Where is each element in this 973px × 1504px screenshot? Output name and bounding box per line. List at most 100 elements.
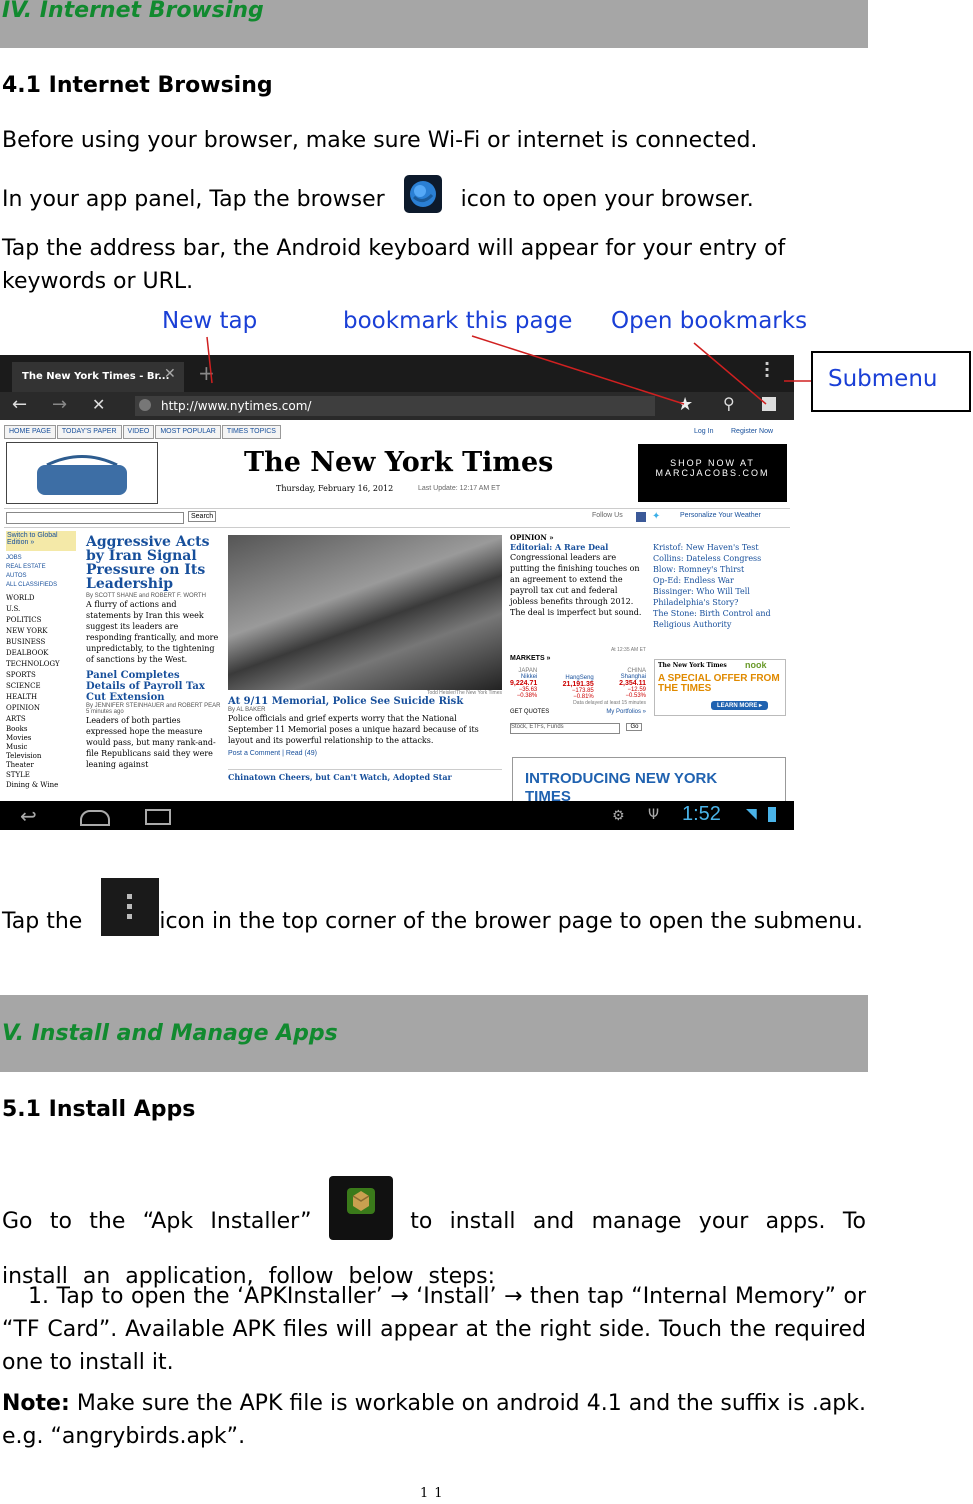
quotes-input[interactable]: Stock, ETFs, Funds bbox=[510, 723, 620, 734]
nav-tab[interactable]: MOST POPULAR bbox=[155, 425, 221, 439]
nav-link[interactable]: HEALTH bbox=[6, 692, 76, 703]
story-headline[interactable]: Aggressive Acts by Iran Signal Pressure … bbox=[86, 535, 222, 591]
nav-tab[interactable]: VIDEO bbox=[122, 425, 155, 439]
marc-jacobs-ad[interactable]: SHOP NOW AT MARCJACOBS.COM bbox=[638, 444, 787, 502]
nav-tab[interactable]: TODAY'S PAPER bbox=[56, 425, 122, 439]
stop-icon[interactable]: ✕ bbox=[92, 395, 105, 414]
nav-tab[interactable]: TIMES TOPICS bbox=[221, 425, 281, 439]
nav-link[interactable]: Television bbox=[6, 752, 76, 761]
portfolios-link[interactable]: My Portfolios » bbox=[606, 709, 646, 715]
story-summary: A flurry of actions and statements by Ir… bbox=[86, 600, 219, 664]
browser-tab-bar: The New York Times - Br... ✕ + · · · bbox=[0, 355, 794, 392]
go-button[interactable]: Go bbox=[626, 723, 643, 731]
twitter-icon[interactable]: ✦ bbox=[652, 511, 660, 522]
address-bar: ← → ✕ http://www.nytimes.com/ ★ ⚲ bbox=[0, 392, 794, 420]
opinion-link[interactable]: Bissinger: Who Will Tell Philadelphia's … bbox=[653, 586, 788, 608]
market-shanghai[interactable]: CHINA Shanghai 2,354.11 −12.59 −0.53% bbox=[619, 668, 646, 700]
last-update: Last Update: 12:17 AM ET bbox=[418, 485, 501, 492]
markets-label[interactable]: MARKETS » bbox=[510, 655, 550, 662]
back-nav-icon[interactable]: ↩ bbox=[20, 804, 37, 828]
opinion-link[interactable]: Op-Ed: Endless War bbox=[653, 575, 788, 586]
package-icon bbox=[346, 1188, 375, 1214]
market-pct: −0.53% bbox=[625, 693, 646, 699]
intro-promo[interactable]: INTRODUCING NEW YORK TIMES bbox=[512, 757, 786, 805]
bookmark-star-icon[interactable]: ★ bbox=[677, 394, 693, 415]
date: Thursday, February 16, 2012 bbox=[276, 484, 394, 493]
nav-link[interactable]: Movies bbox=[6, 734, 76, 743]
follow-us: Follow Us bbox=[592, 512, 623, 519]
recent-apps-icon[interactable] bbox=[145, 809, 171, 825]
home-nav-icon[interactable] bbox=[80, 810, 110, 826]
nav-link[interactable]: DEALBOOK bbox=[6, 648, 76, 659]
market-value: 9,224.71 bbox=[510, 680, 538, 687]
learn-more-button[interactable]: LEARN MORE ▸ bbox=[711, 701, 769, 710]
handbag-ad[interactable] bbox=[6, 442, 158, 504]
nav-link[interactable]: ARTS bbox=[6, 714, 76, 725]
callout-submenu: Submenu bbox=[828, 366, 938, 392]
back-icon[interactable]: ← bbox=[12, 394, 27, 415]
new-tab-icon[interactable]: + bbox=[198, 361, 215, 385]
nav-link[interactable]: SPORTS bbox=[6, 670, 76, 681]
story-headline[interactable]: Panel Completes Details of Payroll Tax C… bbox=[86, 670, 222, 703]
facebook-icon[interactable] bbox=[636, 512, 646, 522]
nav-link[interactable]: Music bbox=[6, 743, 76, 752]
market-pct: −0.38% bbox=[516, 693, 538, 699]
overflow-menu-icon bbox=[101, 878, 160, 936]
nook-promo[interactable]: The New York Times nook A SPECIAL OFFER … bbox=[654, 659, 786, 716]
nav-link[interactable]: AUTOS bbox=[6, 572, 76, 581]
search-button[interactable]: Search bbox=[188, 511, 217, 522]
market-nikkei[interactable]: JAPAN Nikkei 9,224.71 −35.63 −0.38% bbox=[510, 668, 537, 700]
nav-link[interactable]: U.S. bbox=[6, 604, 76, 615]
browser-tab[interactable]: The New York Times - Br... ✕ bbox=[12, 362, 184, 392]
memorial-photo[interactable] bbox=[228, 535, 502, 690]
story-headline[interactable]: Chinatown Cheers, but Can't Watch, Adopt… bbox=[228, 769, 502, 782]
nav-link[interactable]: BUSINESS bbox=[6, 637, 76, 648]
opinion-label[interactable]: OPINION » bbox=[510, 533, 788, 542]
nav-link[interactable]: Dining & Wine bbox=[6, 781, 76, 790]
nav-link[interactable]: NEW YORK bbox=[6, 626, 76, 637]
nyt-masthead[interactable]: The New York Times bbox=[244, 447, 553, 478]
open-bookmarks-icon[interactable] bbox=[762, 397, 776, 411]
left-nav: Switch to Global Edition » JOBS REAL EST… bbox=[6, 531, 76, 790]
login-link[interactable]: Log In bbox=[694, 428, 713, 435]
callout-open-bookmarks: Open bookmarks bbox=[611, 308, 808, 334]
search-icon[interactable]: ⚲ bbox=[723, 394, 735, 413]
nav-link[interactable]: STYLE bbox=[6, 770, 76, 781]
opinion-headline[interactable]: Editorial: A Rare Deal bbox=[510, 542, 647, 552]
opinion-link[interactable]: Blow: Romney's Thirst bbox=[653, 564, 788, 575]
close-tab-icon[interactable]: ✕ bbox=[164, 366, 176, 382]
global-edition-link[interactable]: Switch to Global Edition » bbox=[6, 531, 76, 551]
nav-link[interactable]: OPINION bbox=[6, 703, 76, 714]
opinion-link[interactable]: The Stone: Birth Control and Religious A… bbox=[653, 608, 788, 630]
nav-link[interactable]: SCIENCE bbox=[6, 681, 76, 692]
nav-link[interactable]: WORLD bbox=[6, 593, 76, 604]
paragraph-submenu: Tap the icon in the top corner of the br… bbox=[2, 878, 866, 938]
text: Go to the “Apk Installer” bbox=[2, 1209, 312, 1234]
nav-link[interactable]: Books bbox=[6, 725, 76, 734]
nav-link[interactable]: TECHNOLOGY bbox=[6, 659, 76, 670]
market-hangseng[interactable]: HangSeng 21,191.35 −173.85 −0.81% bbox=[563, 668, 594, 700]
forward-icon[interactable]: → bbox=[52, 394, 67, 415]
nav-tab[interactable]: HOME PAGE bbox=[4, 425, 56, 439]
nav-link[interactable]: Theater bbox=[6, 761, 76, 770]
comment-links[interactable]: Post a Comment | Read (49) bbox=[228, 750, 502, 757]
quotes-label: GET QUOTES bbox=[510, 709, 550, 715]
apk-installer-icon: ApkInstaller bbox=[328, 1176, 393, 1255]
nav-link[interactable]: JOBS bbox=[6, 554, 76, 563]
promo-partner: nook bbox=[745, 660, 767, 670]
opinion-link[interactable]: Collins: Dateless Congress bbox=[653, 553, 788, 564]
tab-title: The New York Times - Br... bbox=[22, 371, 170, 382]
browser-screenshot: The New York Times - Br... ✕ + · · · ← → ✕… bbox=[0, 355, 794, 830]
overflow-menu-icon[interactable]: · · · bbox=[764, 356, 770, 384]
story-headline[interactable]: At 9/11 Memorial, Police See Suicide Ris… bbox=[228, 696, 502, 707]
url-field[interactable]: http://www.nytimes.com/ bbox=[135, 396, 655, 416]
nav-link[interactable]: REAL ESTATE bbox=[6, 563, 76, 572]
site-search-input[interactable] bbox=[6, 512, 184, 524]
opinion-link[interactable]: Kristof: New Haven's Test bbox=[653, 542, 788, 553]
weather-link[interactable]: Personalize Your Weather bbox=[680, 512, 761, 519]
register-link[interactable]: Register Now bbox=[731, 428, 773, 435]
promo-brand: The New York Times bbox=[658, 662, 727, 669]
ad-text: SHOP NOW AT MARCJACOBS.COM bbox=[655, 458, 770, 478]
nav-link[interactable]: ALL CLASSIFIEDS bbox=[6, 581, 76, 590]
nav-link[interactable]: POLITICS bbox=[6, 615, 76, 626]
